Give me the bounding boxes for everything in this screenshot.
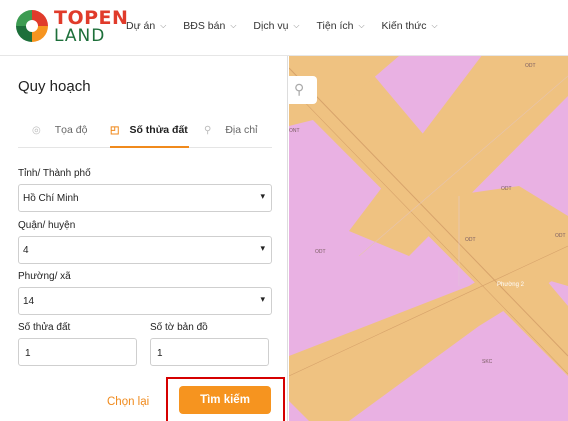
chevron-down-icon: ⌵ — [431, 21, 438, 30]
district-select[interactable]: 4 ▾ — [18, 236, 272, 264]
map-sheet-value: 1 — [157, 348, 163, 359]
province-value: Hồ Chí Minh — [23, 193, 79, 204]
tab-label: Địa chỉ — [225, 124, 258, 136]
tab-parcel-number[interactable]: ◰ Số thửa đất — [110, 124, 188, 136]
search-mode-tabs: ◎ Tọa độ ◰ Số thửa đất ⚲ Địa chỉ — [18, 118, 272, 148]
chevron-down-icon: ⌵ — [160, 21, 167, 30]
nav-item-knowledge[interactable]: Kiến thức ⌵ — [382, 20, 438, 32]
chevron-down-icon: ⌵ — [358, 21, 365, 30]
chevron-down-icon: ⌵ — [230, 21, 237, 30]
ward-value: 14 — [23, 296, 35, 307]
nav-item-projects[interactable]: Dự án ⌵ — [126, 20, 166, 32]
map-zone-label: ODT — [525, 63, 536, 69]
parcel-icon: ◰ — [110, 124, 120, 136]
map-zone-label: ODT — [555, 233, 566, 239]
nav-item-utilities[interactable]: Tiện ích ⌵ — [317, 20, 365, 32]
map-zone-label: ONT — [289, 128, 300, 134]
ward-label: Phường/ xã — [18, 271, 71, 282]
map-zone-label: ODT — [315, 249, 326, 255]
ward-select[interactable]: 14 ▾ — [18, 287, 272, 315]
map-zone-label: SKC — [482, 359, 493, 365]
parcel-number-input[interactable]: 1 — [18, 338, 137, 366]
chevron-down-icon: ⌵ — [293, 21, 300, 30]
province-select[interactable]: Hồ Chí Minh ▾ — [18, 184, 272, 212]
tab-address[interactable]: ⚲ Địa chỉ — [204, 124, 257, 136]
map-canvas — [289, 56, 568, 421]
chevron-down-icon: ▾ — [260, 191, 265, 201]
chevron-down-icon: ▾ — [260, 243, 265, 253]
nav-label: Dịch vụ — [253, 20, 289, 32]
active-tab-indicator — [110, 146, 189, 148]
search-icon: ⚲ — [294, 81, 305, 97]
logo-text-bottom: LAND — [54, 26, 106, 46]
tab-coordinates[interactable]: ◎ Tọa độ — [32, 124, 87, 136]
map-zone-label: ODT — [501, 186, 512, 192]
parcel-number-label: Số thửa đất — [18, 322, 71, 333]
planning-map[interactable]: ODT ONT ODT ODT ODT ODT Phường 2 SKC — [289, 56, 568, 421]
chevron-down-icon: ▾ — [260, 294, 265, 304]
pin-icon: ⚲ — [204, 124, 212, 136]
logo-mark-icon — [16, 10, 48, 42]
highlight-box — [166, 377, 285, 421]
nav-label: BĐS bán — [183, 20, 226, 32]
parcel-number-value: 1 — [25, 348, 31, 359]
main-nav: Dự án ⌵ BĐS bán ⌵ Dịch vụ ⌵ Tiện ích ⌵ Kiến … — [126, 20, 455, 32]
target-icon: ◎ — [32, 124, 41, 136]
nav-item-sale[interactable]: BĐS bán ⌵ — [183, 20, 236, 32]
tab-label: Số thửa đất — [129, 124, 188, 136]
reset-button[interactable]: Chọn lại — [107, 396, 149, 408]
panel-title: Quy hoạch — [18, 78, 91, 95]
nav-item-services[interactable]: Dịch vụ ⌵ — [253, 20, 299, 32]
map-zone-label: ODT — [465, 237, 476, 243]
nav-label: Tiện ích — [316, 20, 354, 32]
province-label: Tỉnh/ Thành phố — [18, 168, 91, 179]
nav-label: Kiến thức — [381, 20, 427, 32]
nav-label: Dự án — [126, 20, 156, 32]
map-search-button[interactable]: ⚲ — [289, 76, 317, 104]
planning-panel: Quy hoạch ◎ Tọa độ ◰ Số thửa đất ⚲ Địa c… — [0, 56, 288, 421]
map-ward-label: Phường 2 — [497, 282, 524, 288]
map-sheet-input[interactable]: 1 — [150, 338, 269, 366]
district-value: 4 — [23, 245, 29, 256]
tab-label: Tọa độ — [54, 124, 88, 136]
logo-text-top: TOPEN — [54, 7, 129, 29]
top-header: TOPEN LAND Dự án ⌵ BĐS bán ⌵ Dịch vụ ⌵ Tiện… — [0, 0, 568, 56]
map-sheet-label: Số tờ bản đồ — [150, 322, 208, 333]
topenland-logo[interactable]: TOPEN LAND — [14, 8, 128, 48]
district-label: Quận/ huyện — [18, 220, 76, 231]
